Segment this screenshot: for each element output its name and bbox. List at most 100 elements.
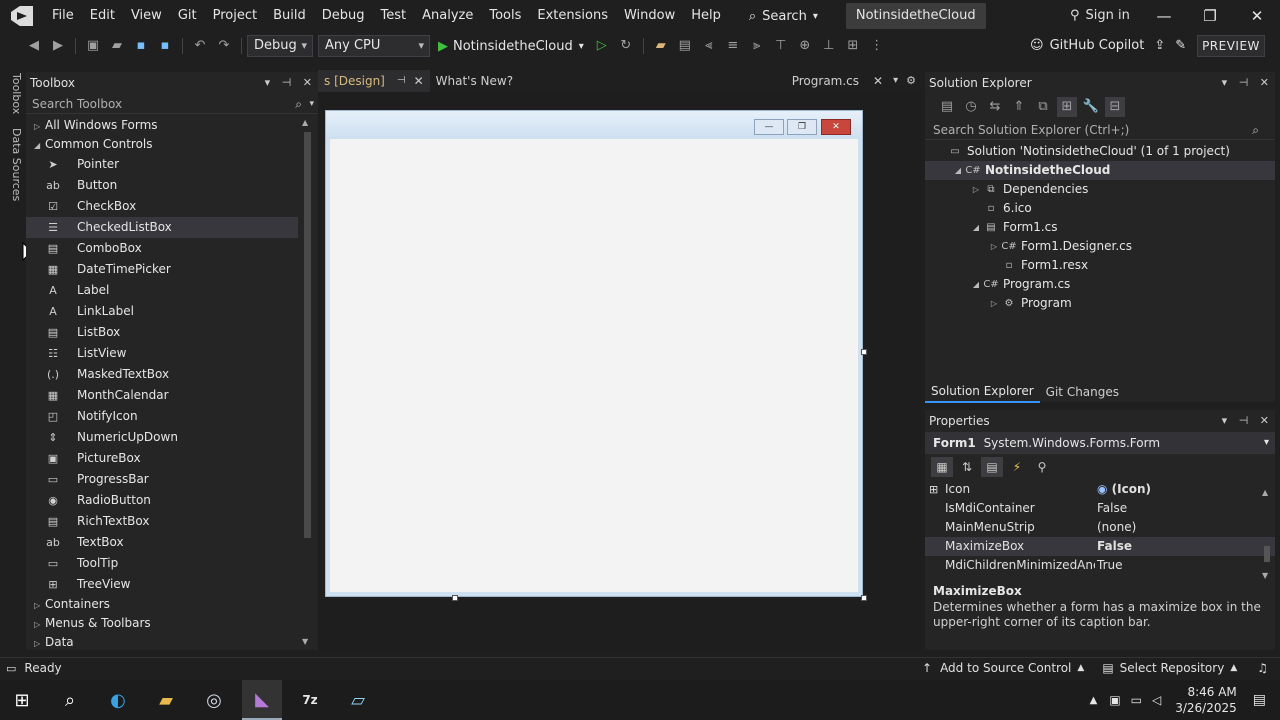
output-message-icon[interactable]: ▭ — [6, 662, 16, 675]
expanded-arrow-icon[interactable]: ◢ — [969, 275, 983, 294]
menu-build[interactable]: Build — [265, 0, 314, 32]
menu-debug[interactable]: Debug — [314, 0, 373, 32]
object-selector-dropdown[interactable]: Form1 System.Windows.Forms.Form ▾ — [925, 432, 1275, 454]
ico-file-node[interactable]: ▫ 6.ico — [925, 199, 1275, 218]
pin-icon[interactable]: ⊣ — [1239, 414, 1249, 427]
menu-help[interactable]: Help — [683, 0, 729, 32]
preview-selected-icon[interactable]: ⊟ — [1105, 97, 1125, 117]
dependencies-node[interactable]: ▷ ⧉ Dependencies — [925, 180, 1275, 199]
toolbox-item-linklabel[interactable]: A LinkLabel — [26, 301, 298, 322]
chevron-down-icon[interactable]: ▾ — [309, 94, 314, 114]
menu-extensions[interactable]: Extensions — [529, 0, 616, 32]
save-icon[interactable]: ▪ — [131, 36, 151, 56]
align-top-icon[interactable]: ⊤ — [771, 36, 791, 56]
program-class-node[interactable]: ▷ ⚙ Program — [925, 294, 1275, 313]
toolbox-item-maskedtextbox[interactable]: (.) MaskedTextBox — [26, 364, 298, 385]
property-row-minimizebox[interactable]: MinimizeBoxTrue — [925, 575, 1275, 576]
collapsed-arrow-icon[interactable]: ▷ — [34, 615, 45, 634]
feedback-icon[interactable]: ✎ — [1175, 32, 1186, 60]
project-node[interactable]: ◢ C# NotinsidetheCloud — [925, 161, 1275, 180]
github-copilot-button[interactable]: ☺ GitHub Copilot ⇪ ✎ — [1030, 32, 1186, 60]
form1-node[interactable]: ◢ ▤ Form1.cs — [925, 218, 1275, 237]
scrollbar-thumb[interactable] — [304, 132, 311, 538]
close-icon[interactable]: ✕ — [1260, 414, 1269, 427]
make-same-size-icon[interactable]: ⊞ — [843, 36, 863, 56]
toolbox-search-input[interactable]: Search Toolbox ⌕ ▾ — [26, 94, 318, 114]
close-icon[interactable]: ✕ — [1260, 76, 1269, 89]
collapsed-arrow-icon[interactable]: ▷ — [969, 180, 983, 199]
close-icon[interactable]: ✕ — [873, 70, 883, 92]
form1-designer-node[interactable]: ▷ C# Form1.Designer.cs — [925, 237, 1275, 256]
collapsed-arrow-icon[interactable]: ▷ — [34, 634, 45, 653]
notepad-icon[interactable]: ▱ — [338, 680, 378, 720]
collapse-all-icon[interactable]: ⇑ — [1009, 97, 1029, 117]
file-explorer-icon[interactable]: ▰ — [146, 680, 186, 720]
7zip-icon[interactable]: 7z — [290, 680, 330, 720]
toolbox-group-common-controls[interactable]: ◢ Common Controls — [26, 135, 318, 154]
property-value[interactable]: (Icon) — [1112, 482, 1151, 496]
new-project-icon[interactable]: ▣ — [83, 36, 103, 56]
scroll-down-icon[interactable]: ▼ — [1262, 571, 1268, 580]
restore-window-button[interactable]: ❐ — [1187, 0, 1233, 32]
close-icon[interactable]: ✕ — [303, 76, 312, 89]
resize-handle-corner[interactable] — [861, 595, 867, 601]
toolbox-item-pointer[interactable]: ➤ Pointer — [26, 154, 298, 175]
form-title-bar[interactable]: — ❐ ✕ — [326, 111, 862, 139]
property-value[interactable]: (none) — [1097, 520, 1136, 534]
form1-designer-window[interactable]: — ❐ ✕ — [325, 110, 863, 597]
start-debugging-button[interactable]: ▶ NotinsidetheCloud ▾ — [438, 39, 584, 54]
platform-dropdown[interactable]: Any CPU — [318, 35, 430, 57]
hot-reload-icon[interactable]: ↻ — [616, 36, 636, 56]
align-right-icon[interactable]: ⫸ — [747, 36, 767, 56]
spacing-icon[interactable]: ⋮ — [867, 36, 887, 56]
save-all-icon[interactable]: ▪ — [155, 36, 175, 56]
toolbox-item-combobox[interactable]: ▤ ComboBox — [26, 238, 298, 259]
toolbox-item-tooltip[interactable]: ▭ ToolTip — [26, 553, 298, 574]
pin-icon[interactable]: ⊣ — [397, 70, 406, 92]
align-middle-icon[interactable]: ⊕ — [795, 36, 815, 56]
visual-studio-logo-icon[interactable] — [11, 6, 33, 26]
select-repository-button[interactable]: Select Repository — [1120, 661, 1225, 675]
toolbox-item-textbox[interactable]: ab TextBox — [26, 532, 298, 553]
form1-resx-node[interactable]: ▫ Form1.resx — [925, 256, 1275, 275]
expand-plus-icon[interactable]: ⊞ — [929, 480, 938, 499]
tray-overflow-icon[interactable]: ▲ — [1090, 695, 1098, 706]
toolbox-item-datetimepicker[interactable]: ▦ DateTimePicker — [26, 259, 298, 280]
window-position-icon[interactable]: ▾ — [1222, 76, 1228, 89]
tab-program-cs[interactable]: Program.cs ✕ ▾ ⚙ — [786, 70, 922, 92]
property-value[interactable]: True — [1097, 558, 1123, 572]
window-position-icon[interactable]: ▾ — [1222, 414, 1228, 427]
property-row-maximizebox[interactable]: MaximizeBox False — [925, 537, 1275, 556]
start-without-debugging-icon[interactable]: ▷ — [592, 36, 612, 56]
undo-icon[interactable]: ↶ — [190, 36, 210, 56]
show-all-files-icon[interactable]: ⧉ — [1033, 97, 1053, 117]
scrollbar-thumb[interactable] — [1264, 546, 1270, 562]
chevron-up-icon[interactable]: ▲ — [1077, 663, 1084, 673]
menu-tools[interactable]: Tools — [481, 0, 529, 32]
toolbox-item-checkedlistbox[interactable]: ☰ CheckedListBox — [26, 217, 298, 238]
resize-handle-right[interactable] — [861, 349, 867, 355]
open-file-icon[interactable]: ▰ — [107, 36, 127, 56]
program-cs-node[interactable]: ◢ C# Program.cs — [925, 275, 1275, 294]
notification-center-icon[interactable]: ▤ — [1253, 692, 1266, 708]
sync-icon[interactable]: ⇆ — [985, 97, 1005, 117]
expanded-arrow-icon[interactable]: ◢ — [969, 218, 983, 237]
menu-file[interactable]: File — [44, 0, 82, 32]
properties-view-icon[interactable]: ▤ — [981, 457, 1003, 477]
align-bottom-icon[interactable]: ⊥ — [819, 36, 839, 56]
layout-icon[interactable]: ▤ — [675, 36, 695, 56]
property-row-mdichildrenminimizedanch[interactable]: MdiChildrenMinimizedAnch True — [925, 556, 1275, 575]
toolbox-item-richtextbox[interactable]: ▤ RichTextBox — [26, 511, 298, 532]
collapsed-arrow-icon[interactable]: ▷ — [34, 596, 45, 615]
toolbox-group-all-windows-forms[interactable]: ▷ All Windows Forms — [26, 116, 318, 135]
tray-app-icon[interactable]: ▣ — [1109, 693, 1120, 707]
property-row-mainmenustrip[interactable]: MainMenuStrip (none) — [925, 518, 1275, 537]
form-client-area[interactable] — [330, 139, 858, 592]
folder-view-icon[interactable]: ▰ — [651, 36, 671, 56]
taskbar-clock[interactable]: 8:46 AM 3/26/2025 — [1175, 684, 1237, 716]
scroll-down-icon[interactable]: ▼ — [302, 637, 308, 646]
toolbox-item-picturebox[interactable]: ▣ PictureBox — [26, 448, 298, 469]
window-position-icon[interactable]: ▾ — [265, 76, 271, 89]
edge-browser-icon[interactable]: ◐ — [98, 680, 138, 720]
toolbox-item-radiobutton[interactable]: ◉ RadioButton — [26, 490, 298, 511]
